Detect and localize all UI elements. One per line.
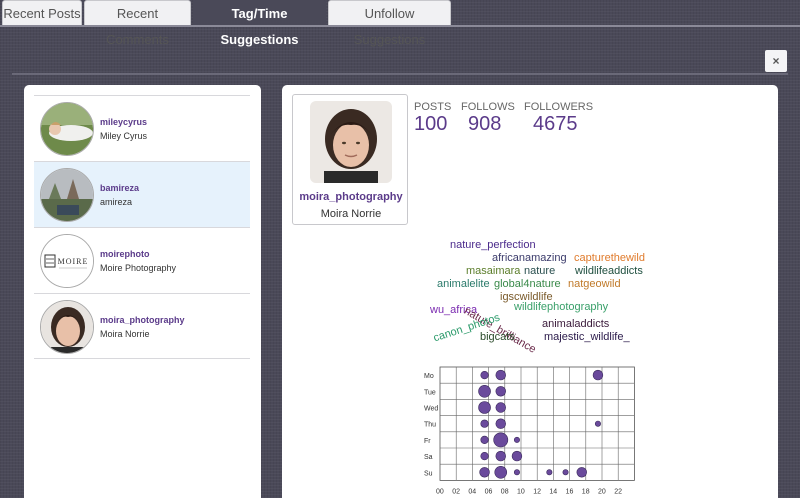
follows-label: FOLLOWS xyxy=(461,101,515,113)
hour-tick-label: 18 xyxy=(582,488,590,495)
heatmap-point xyxy=(594,420,601,427)
username: moira_photography xyxy=(100,315,185,325)
heatmap-point xyxy=(494,466,508,479)
heatmap-point xyxy=(513,436,520,443)
profile-fullname: Moira Norrie xyxy=(320,208,382,220)
profile-photo xyxy=(310,101,392,183)
svg-text:MOIRE: MOIRE xyxy=(58,257,89,266)
hour-tick-label: 14 xyxy=(549,488,557,495)
username: bamireza xyxy=(100,183,140,193)
follows-count: 908 xyxy=(468,113,502,135)
tag-word[interactable]: nature xyxy=(524,265,555,277)
tab-unfollow-suggestions[interactable]: Unfollow Suggestions xyxy=(328,0,451,47)
row-label: Sa xyxy=(424,454,433,461)
hour-tick-label: 12 xyxy=(533,488,541,495)
heatmap-point xyxy=(480,371,489,380)
heatmap-point xyxy=(495,450,506,462)
heatmap-point xyxy=(479,467,490,478)
avatar xyxy=(40,168,94,222)
profile-photo-icon xyxy=(310,101,392,183)
username: moirephoto xyxy=(100,249,150,259)
posts-count: 100 xyxy=(414,113,448,135)
followers-count: 4675 xyxy=(533,113,578,135)
tag-cloud: nature_perfection africanamazing capture… xyxy=(420,233,652,356)
hour-tick-label: 10 xyxy=(517,488,525,495)
tab-recent-comments[interactable]: Recent Comments xyxy=(84,0,191,47)
avatar-photo-icon xyxy=(41,103,93,155)
avatar: MOIRE xyxy=(40,234,94,288)
profile-panel: moira_photography Moira Norrie POSTS 100… xyxy=(282,85,778,498)
user-row-moira-photography[interactable]: moira_photography Moira Norrie xyxy=(34,293,250,359)
tag-word[interactable]: wildlifeaddicts xyxy=(575,265,643,277)
heatmap-point xyxy=(493,432,509,448)
hour-tick-label: 22 xyxy=(614,488,622,495)
hour-tick-label: 06 xyxy=(485,488,493,495)
posting-time-heatmap: Mo Tue Wed Thu Fr Sa Su 00 02 04 06 08 10 12 14 16 18 20 2… xyxy=(424,366,635,495)
avatar xyxy=(40,102,94,156)
heatmap-point xyxy=(546,469,553,476)
posts-label: POSTS xyxy=(414,101,452,113)
tag-word[interactable]: masaimara xyxy=(466,265,520,277)
full-name: Moire Photography xyxy=(100,263,177,273)
row-label: Tue xyxy=(424,389,436,396)
tag-word[interactable]: capturethewild xyxy=(574,252,645,264)
heatmap-point xyxy=(480,451,489,461)
avatar-photo-icon xyxy=(41,301,93,353)
user-row-moirephoto[interactable]: MOIRE moirephoto Moire Photography xyxy=(34,227,250,293)
hour-tick-label: 02 xyxy=(452,488,460,495)
tag-word[interactable]: wildlifephotography xyxy=(514,301,608,313)
hour-tick-label: 16 xyxy=(566,488,574,495)
hour-tick-label: 00 xyxy=(436,488,444,495)
hour-tick-label: 20 xyxy=(598,488,606,495)
user-list-panel: mileycyrus Miley Cyrus bamireza amireza … xyxy=(24,85,261,498)
heatmap-point xyxy=(495,418,506,429)
row-label: Wed xyxy=(424,406,438,413)
hour-tick-label: 04 xyxy=(468,488,476,495)
tab-underline xyxy=(0,25,800,27)
tag-word[interactable]: global4nature xyxy=(494,278,561,290)
avatar-photo-icon xyxy=(41,169,93,221)
full-name: Moira Norrie xyxy=(100,329,150,339)
heatmap-point xyxy=(511,450,523,462)
heatmap-point xyxy=(495,369,506,381)
tag-word[interactable]: natgeowild xyxy=(568,278,621,290)
profile-card[interactable]: moira_photography Moira Norrie xyxy=(292,94,408,225)
tag-word[interactable]: animaladdicts xyxy=(542,318,609,330)
tag-word[interactable]: majestic_wildlife_ xyxy=(544,331,630,343)
heatmap-point xyxy=(562,469,569,476)
tag-word[interactable]: africanamazing xyxy=(492,252,567,264)
heatmap-point xyxy=(513,469,520,476)
row-label: Thu xyxy=(424,422,436,429)
hour-tick-label: 08 xyxy=(501,488,509,495)
heatmap-point xyxy=(576,467,587,478)
divider xyxy=(12,73,788,75)
row-label: Fr xyxy=(424,438,431,445)
followers-label: FOLLOWERS xyxy=(524,101,594,113)
tab-recent-posts[interactable]: Recent Posts xyxy=(2,0,82,26)
tag-word[interactable]: bigcats xyxy=(480,331,515,343)
full-name: amireza xyxy=(100,197,133,207)
moire-logo-icon: MOIRE xyxy=(41,235,93,287)
tag-word[interactable]: animalelite xyxy=(437,278,490,290)
full-name: Miley Cyrus xyxy=(100,131,148,141)
heatmap-point xyxy=(495,402,506,413)
heatmap-point xyxy=(478,384,491,398)
row-label: Mo xyxy=(424,373,434,380)
close-button[interactable]: × xyxy=(765,50,787,72)
tab-bar: Recent Posts Recent Comments Tag/Time Su… xyxy=(0,0,800,47)
user-row-mileycyrus[interactable]: mileycyrus Miley Cyrus xyxy=(34,95,250,161)
heatmap-point xyxy=(592,369,604,381)
heatmap-point xyxy=(478,401,491,414)
username: mileycyrus xyxy=(100,117,148,127)
heatmap-point xyxy=(480,419,489,428)
user-row-bamireza[interactable]: bamireza amireza xyxy=(34,161,250,227)
tag-word[interactable]: nature_perfection xyxy=(450,239,536,251)
tab-tag-time-suggestions[interactable]: Tag/Time Suggestions xyxy=(193,0,326,47)
row-label: Su xyxy=(424,470,433,477)
avatar xyxy=(40,300,94,354)
heatmap-point xyxy=(480,435,489,444)
heatmap-point xyxy=(495,386,506,397)
profile-username[interactable]: moira_photography xyxy=(293,191,409,203)
close-icon: × xyxy=(772,54,780,68)
